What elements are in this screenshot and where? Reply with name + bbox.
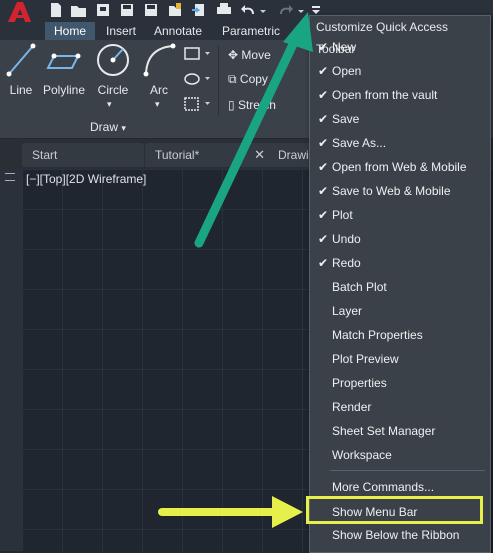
teal-arrow: [194, 12, 313, 248]
annotation-arrows: [158, 12, 313, 528]
yellow-arrow: [158, 496, 303, 528]
